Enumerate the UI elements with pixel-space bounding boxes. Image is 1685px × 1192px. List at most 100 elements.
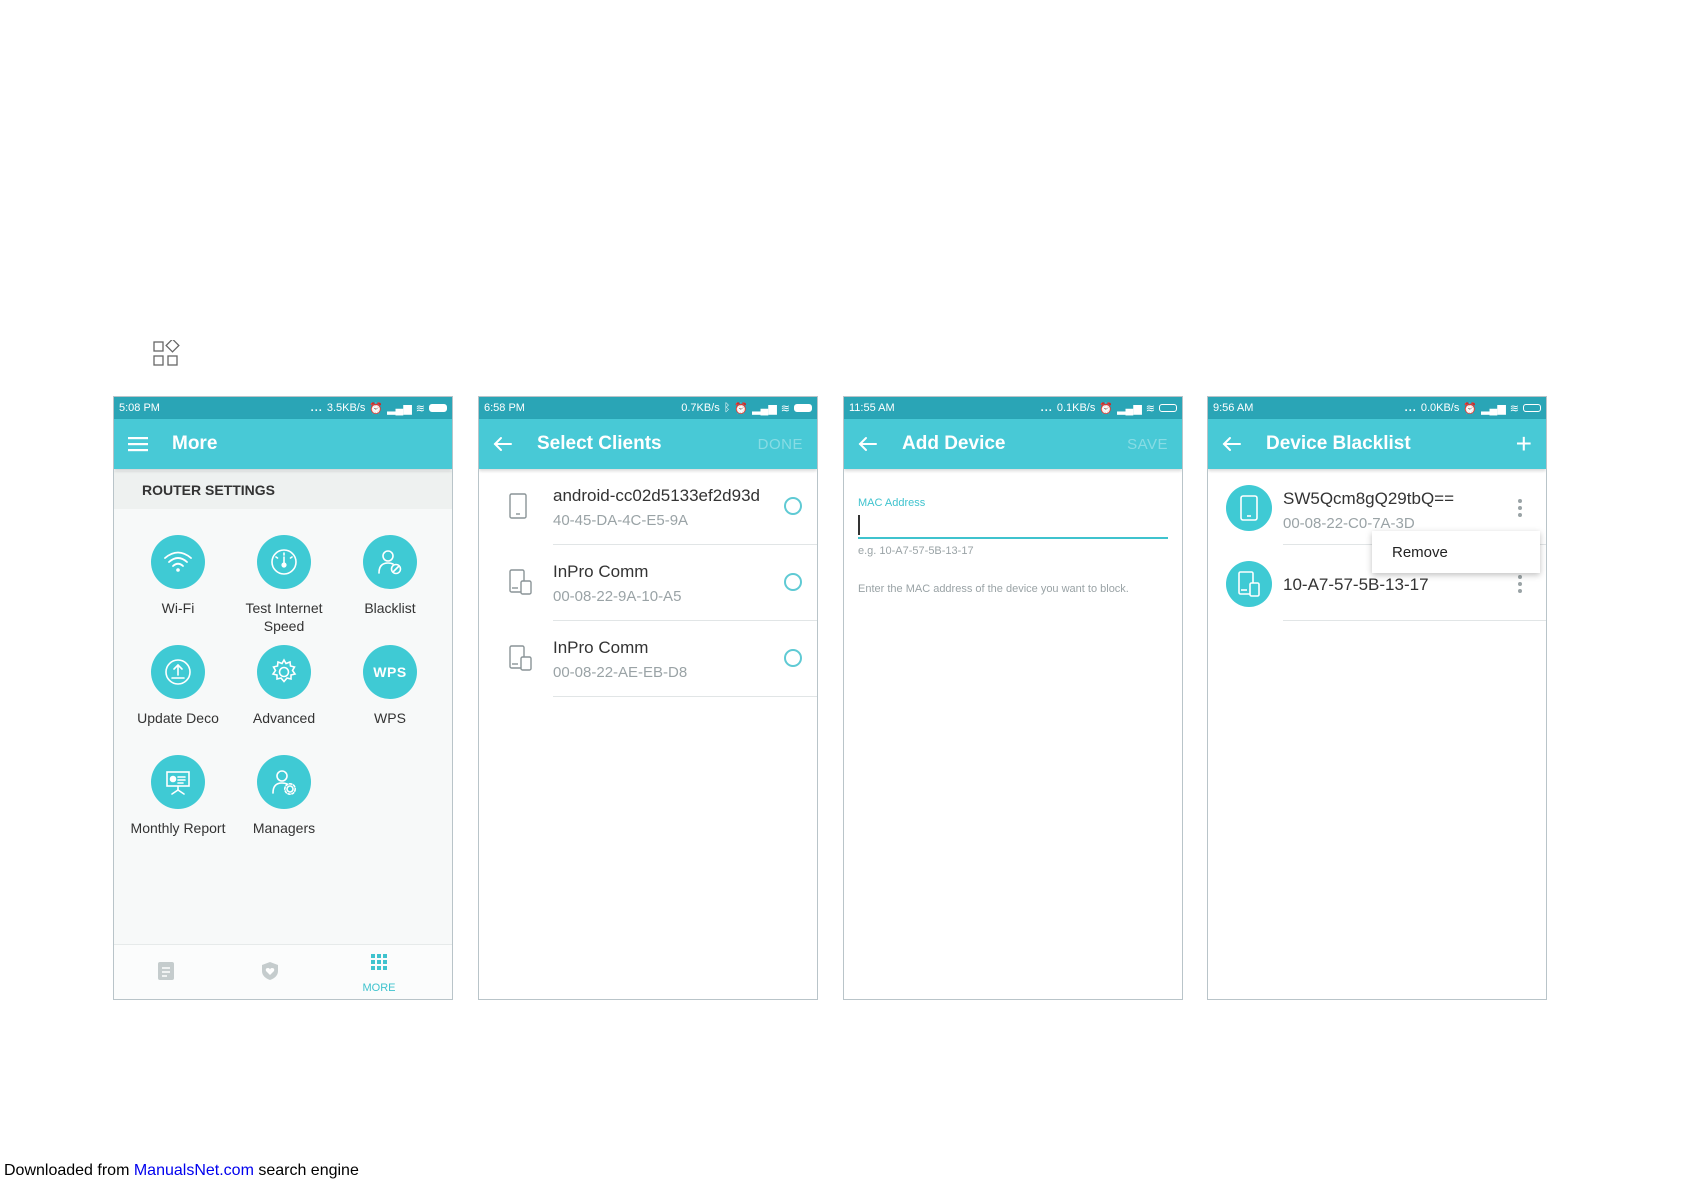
tile-managers[interactable]: Managers	[231, 755, 337, 837]
status-time: 5:08 PM	[119, 402, 160, 414]
alarm-icon: ⏰	[734, 402, 749, 415]
wps-icon-text: WPS	[373, 664, 407, 680]
hamburger-menu-icon[interactable]	[128, 436, 148, 452]
alarm-icon: ⏰	[369, 402, 384, 415]
page-title: Select Clients	[537, 433, 662, 454]
notification-dots-icon: ...	[1404, 402, 1417, 414]
client-list: android-cc02d5133ef2d93d 40-45-DA-4C-E5-…	[479, 469, 817, 697]
list-item[interactable]: android-cc02d5133ef2d93d 40-45-DA-4C-E5-…	[479, 469, 817, 545]
app-bar: Device Blacklist +	[1208, 419, 1546, 469]
user-block-icon	[363, 535, 417, 589]
tile-label: Test Internet Speed	[245, 600, 323, 634]
list-item[interactable]: InPro Comm 00-08-22-9A-10-A5	[479, 545, 817, 621]
back-arrow-icon[interactable]	[493, 436, 513, 452]
back-arrow-icon[interactable]	[1222, 436, 1242, 452]
phone-more-screen: 5:08 PM ... 3.5KB/s ⏰ ▂▄▆ ≋ More ROUTER …	[113, 396, 453, 1000]
shield-heart-icon	[262, 962, 278, 980]
footer-text: Downloaded from ManualsNet.com search en…	[4, 1162, 359, 1180]
status-speed: 0.0KB/s	[1420, 402, 1460, 414]
page-title: More	[172, 433, 218, 454]
mac-address-help-text: Enter the MAC address of the device you …	[858, 583, 1129, 595]
battery-icon	[1159, 404, 1177, 412]
app-bar: Add Device SAVE	[844, 419, 1182, 469]
manualsnet-link[interactable]: ManualsNet.com	[134, 1162, 254, 1179]
tile-wifi[interactable]: Wi-Fi	[125, 535, 231, 617]
alarm-icon: ⏰	[1099, 402, 1114, 415]
status-speed: 3.5KB/s	[326, 402, 366, 414]
tile-advanced[interactable]: Advanced	[231, 645, 337, 727]
select-radio[interactable]	[784, 573, 802, 591]
text-cursor	[858, 515, 860, 535]
mac-address-input[interactable]	[858, 509, 1168, 539]
tile-label: Update Deco	[137, 710, 219, 726]
user-gear-icon	[257, 755, 311, 809]
status-time: 9:56 AM	[1213, 402, 1254, 414]
client-name: InPro Comm	[553, 638, 649, 657]
wifi-status-icon: ≋	[780, 402, 790, 415]
status-speed: 0.7KB/s	[681, 402, 720, 414]
list-item[interactable]: InPro Comm 00-08-22-AE-EB-D8	[479, 621, 817, 697]
devices-icon	[509, 569, 533, 600]
bottom-navigation: MORE	[114, 944, 452, 999]
signal-icon: ▂▄▆	[1481, 402, 1506, 415]
nav-more-label: MORE	[362, 982, 396, 994]
phone-device-blacklist-screen: 9:56 AM ... 0.0KB/s ⏰ ▂▄▆ ≋ Device Black…	[1207, 396, 1547, 1000]
alarm-icon: ⏰	[1463, 402, 1478, 415]
status-time: 6:58 PM	[484, 402, 525, 414]
nav-security[interactable]	[240, 961, 300, 986]
footer-prefix: Downloaded from	[4, 1162, 134, 1179]
status-bar: 11:55 AM ... 0.1KB/s ⏰ ▂▄▆ ≋	[844, 397, 1182, 419]
tile-blacklist[interactable]: Blacklist	[337, 535, 443, 617]
add-device-form: MAC Address e.g. 10-A7-57-5B-13-17 Enter…	[844, 497, 1182, 595]
device-mac: 00-08-22-C0-7A-3D	[1283, 515, 1415, 532]
device-name: 10-A7-57-5B-13-17	[1283, 575, 1429, 594]
save-button[interactable]: SAVE	[1127, 436, 1168, 453]
signal-icon: ▂▄▆	[752, 402, 777, 415]
tile-update-deco[interactable]: Update Deco	[125, 645, 231, 727]
client-name: InPro Comm	[553, 562, 649, 581]
nav-overview[interactable]	[136, 961, 196, 986]
client-mac: 40-45-DA-4C-E5-9A	[553, 512, 689, 529]
wifi-icon	[151, 535, 205, 589]
tile-label: Blacklist	[364, 600, 416, 616]
tile-label: Monthly Report	[130, 820, 226, 836]
app-bar: More	[114, 419, 452, 469]
more-vert-icon[interactable]	[1518, 575, 1522, 596]
device-name: SW5Qcm8gQ29tbQ==	[1283, 489, 1455, 508]
status-bar: 6:58 PM 0.7KB/s ᛒ ⏰ ▂▄▆ ≋	[479, 397, 817, 419]
add-icon[interactable]: +	[1516, 430, 1532, 458]
client-mac: 00-08-22-9A-10-A5	[553, 588, 682, 605]
tile-label: Advanced	[252, 710, 316, 726]
tile-wps[interactable]: WPS WPS	[337, 645, 443, 727]
remove-menu-item[interactable]: Remove	[1372, 531, 1540, 573]
phone-add-device-screen: 11:55 AM ... 0.1KB/s ⏰ ▂▄▆ ≋ Add Device …	[843, 396, 1183, 1000]
page-title: Add Device	[902, 433, 1006, 454]
select-radio[interactable]	[784, 649, 802, 667]
tile-monthly-report[interactable]: Monthly Report	[125, 755, 231, 837]
document-icon	[158, 962, 174, 980]
status-bar: 5:08 PM ... 3.5KB/s ⏰ ▂▄▆ ≋	[114, 397, 452, 419]
phone-select-clients-screen: 6:58 PM 0.7KB/s ᛒ ⏰ ▂▄▆ ≋ Select Clients…	[478, 396, 818, 1000]
more-vert-icon[interactable]	[1518, 499, 1522, 520]
select-radio[interactable]	[784, 497, 802, 515]
status-speed: 0.1KB/s	[1056, 402, 1096, 414]
wifi-status-icon: ≋	[1509, 402, 1519, 415]
notification-dots-icon: ...	[310, 402, 323, 414]
settings-grid: Wi-Fi Test Internet Speed Blacklist Upda…	[114, 509, 452, 939]
tile-test-internet-speed[interactable]: Test Internet Speed	[231, 535, 337, 635]
devices-icon	[1226, 561, 1272, 607]
back-arrow-icon[interactable]	[858, 436, 878, 452]
battery-icon	[794, 404, 812, 412]
signal-icon: ▂▄▆	[387, 402, 412, 415]
client-name: android-cc02d5133ef2d93d	[553, 486, 761, 505]
done-button[interactable]: DONE	[758, 436, 803, 453]
shapes-glyph-icon	[152, 338, 180, 368]
client-mac: 00-08-22-AE-EB-D8	[553, 664, 688, 681]
mac-address-hint: e.g. 10-A7-57-5B-13-17	[858, 545, 974, 557]
nav-more[interactable]: MORE	[349, 953, 409, 994]
status-bar: 9:56 AM ... 0.0KB/s ⏰ ▂▄▆ ≋	[1208, 397, 1546, 419]
report-board-icon	[151, 755, 205, 809]
status-time: 11:55 AM	[849, 402, 895, 414]
page-title: Device Blacklist	[1266, 433, 1411, 454]
gear-icon	[257, 645, 311, 699]
